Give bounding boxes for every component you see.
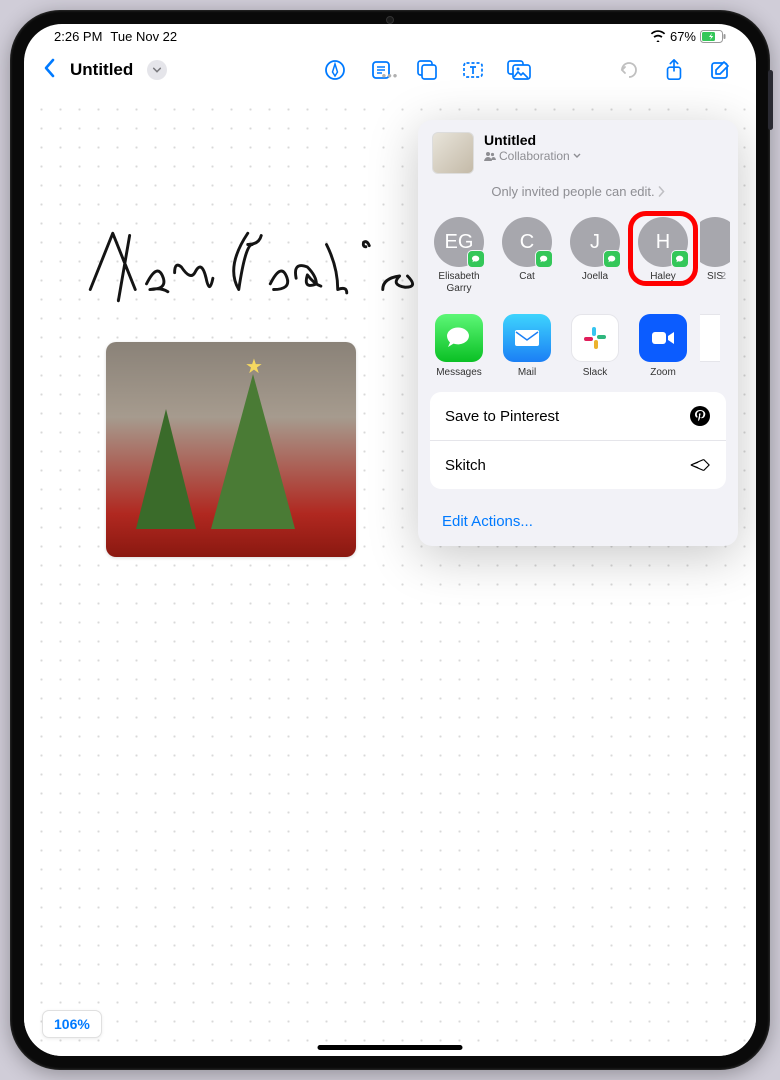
app-label: Messages xyxy=(436,367,482,378)
messages-badge-icon xyxy=(535,250,553,268)
contact-haley[interactable]: H Haley xyxy=(632,217,694,294)
contact-count: 2 xyxy=(720,271,726,282)
sticky-note-icon[interactable] xyxy=(409,52,445,88)
pen-tool-icon[interactable] xyxy=(317,52,353,88)
title-dropdown-icon[interactable] xyxy=(147,60,167,80)
permission-row[interactable]: Only invited people can edit. xyxy=(418,178,738,211)
avatar xyxy=(700,217,730,267)
avatar: C xyxy=(502,217,552,267)
contact-label: Cat xyxy=(519,271,535,283)
share-sheet: Untitled Collaboration Only invited peop… xyxy=(418,120,738,546)
document-title[interactable]: Untitled xyxy=(70,60,133,80)
status-bar: 2:26 PM Tue Nov 22 67% xyxy=(24,24,756,48)
contact-sis[interactable]: SIS 2 xyxy=(700,217,730,294)
app-more[interactable] xyxy=(700,314,720,378)
action-label: Skitch xyxy=(445,457,486,474)
avatar: H xyxy=(638,217,688,267)
battery-icon xyxy=(700,30,726,43)
compose-icon[interactable] xyxy=(702,52,738,88)
action-label: Save to Pinterest xyxy=(445,408,559,425)
people-icon xyxy=(484,151,496,161)
messages-badge-icon xyxy=(671,250,689,268)
home-indicator[interactable] xyxy=(318,1045,463,1050)
photo-library-icon[interactable] xyxy=(501,52,537,88)
app-messages[interactable]: Messages xyxy=(428,314,490,378)
app-label: Mail xyxy=(518,367,536,378)
actions-list: Save to Pinterest Skitch xyxy=(430,392,726,489)
status-date: Tue Nov 22 xyxy=(110,29,177,44)
contact-label: Haley xyxy=(650,271,676,283)
back-button[interactable] xyxy=(42,58,56,83)
action-save-pinterest[interactable]: Save to Pinterest xyxy=(430,392,726,441)
contact-cat[interactable]: C Cat xyxy=(496,217,558,294)
inserted-photo[interactable]: ★ xyxy=(106,342,356,557)
power-button xyxy=(768,70,773,130)
contact-elisabeth[interactable]: EG Elisabeth Garry xyxy=(428,217,490,294)
avatar: EG xyxy=(434,217,484,267)
share-sheet-header: Untitled Collaboration xyxy=(418,120,738,178)
pinterest-icon xyxy=(689,405,711,427)
action-skitch[interactable]: Skitch xyxy=(430,441,726,489)
document-thumbnail xyxy=(432,132,474,174)
messages-badge-icon xyxy=(603,250,621,268)
app-zoom[interactable]: Zoom xyxy=(632,314,694,378)
zoom-level[interactable]: 106% xyxy=(42,1010,102,1038)
share-icon[interactable] xyxy=(656,52,692,88)
app-label: Slack xyxy=(583,367,607,378)
contact-joella[interactable]: J Joella xyxy=(564,217,626,294)
skitch-icon xyxy=(689,454,711,476)
share-subtitle[interactable]: Collaboration xyxy=(484,149,724,163)
contact-label: Joella xyxy=(582,271,608,283)
chevron-down-icon xyxy=(573,152,581,160)
messages-badge-icon xyxy=(467,250,485,268)
slack-icon xyxy=(571,314,619,362)
text-box-icon[interactable] xyxy=(455,52,491,88)
app-label: Zoom xyxy=(650,367,676,378)
zoom-icon xyxy=(639,314,687,362)
front-camera xyxy=(386,16,394,24)
status-time: 2:26 PM xyxy=(54,29,102,44)
wifi-icon xyxy=(650,30,666,42)
messages-icon xyxy=(435,314,483,362)
handwriting-text xyxy=(79,222,439,312)
contacts-row: EG Elisabeth Garry C Cat J Joella xyxy=(418,211,738,306)
apps-row: Messages Mail Slack xyxy=(418,306,738,392)
undo-icon xyxy=(610,52,646,88)
battery-percent: 67% xyxy=(670,29,696,44)
mail-icon xyxy=(503,314,551,362)
multitasking-dots-icon[interactable]: ••• xyxy=(382,68,399,83)
avatar: J xyxy=(570,217,620,267)
chevron-right-icon xyxy=(658,186,665,197)
app-slack[interactable]: Slack xyxy=(564,314,626,378)
share-doc-title: Untitled xyxy=(484,132,724,148)
app-mail[interactable]: Mail xyxy=(496,314,558,378)
edit-actions-link[interactable]: Edit Actions... xyxy=(418,501,738,546)
more-icon xyxy=(700,314,720,362)
contact-label: Elisabeth Garry xyxy=(428,271,490,294)
